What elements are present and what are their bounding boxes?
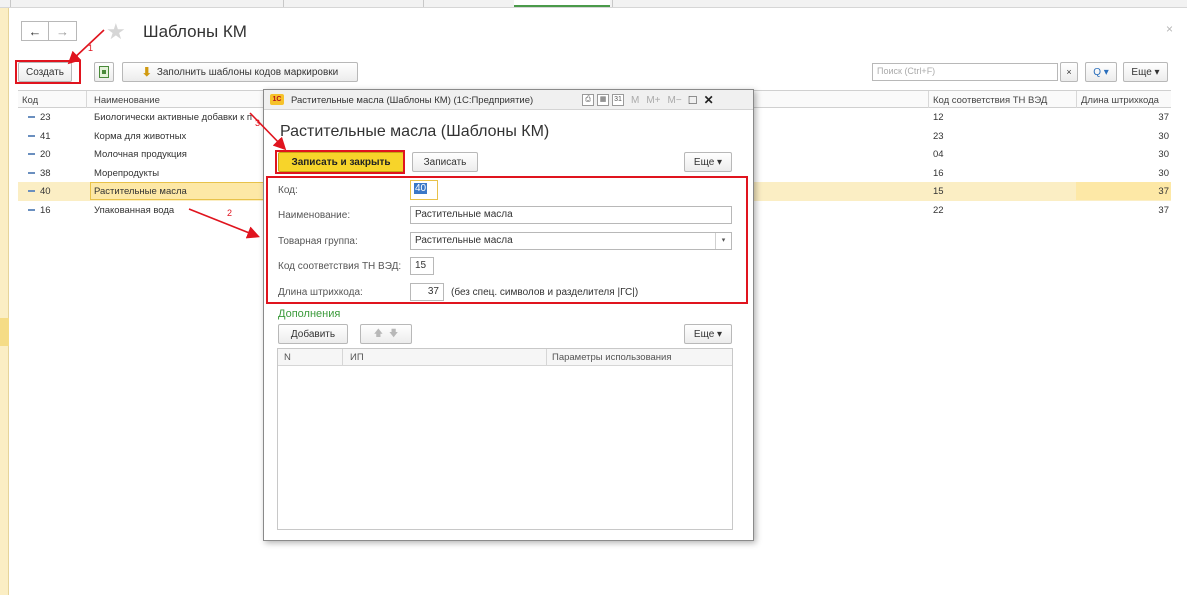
close-icon[interactable]: × <box>1166 22 1173 36</box>
column-separator <box>1076 91 1077 108</box>
cell-name: Молочная продукция <box>94 149 187 160</box>
cell-code: 16 <box>40 204 51 216</box>
annotation-box-fields <box>266 176 748 304</box>
column-header-barcode[interactable]: Длина штрихкода <box>1081 95 1159 106</box>
column-header-name[interactable]: Наименование <box>94 95 160 106</box>
document-button[interactable] <box>94 62 114 82</box>
cell-barcode: 30 <box>1158 167 1169 179</box>
row-element-icon <box>28 190 35 192</box>
arrow-up-icon[interactable]: 🡅 <box>374 326 383 342</box>
cell-code: 38 <box>40 167 51 179</box>
tab-strip <box>0 0 1187 8</box>
cell-tnved: 04 <box>933 149 944 160</box>
cell-code: 40 <box>40 186 51 197</box>
row-element-icon <box>28 134 35 137</box>
annotation-number-2: 2 <box>227 208 233 218</box>
search-input[interactable]: Поиск (Ctrl+F) <box>872 63 1058 81</box>
add-button[interactable]: Добавить <box>278 324 348 344</box>
row-element-icon <box>28 171 35 174</box>
row-element-icon <box>28 208 35 211</box>
selected-cell-highlight <box>1076 182 1171 200</box>
1c-logo-icon: 1С <box>270 94 284 105</box>
dialog-more-button[interactable]: Еще ▾ <box>684 152 732 172</box>
download-icon: ⬇ <box>141 65 152 79</box>
dialog-heading: Растительные масла (Шаблоны КМ) <box>280 123 550 140</box>
save-button[interactable]: Записать <box>412 152 478 172</box>
dialog-close-icon[interactable]: ✕ <box>704 93 714 107</box>
additions-table-header: N ИП Параметры использования <box>278 349 732 366</box>
dialog-window-title: Растительные масла (Шаблоны КМ) (1С:Пред… <box>291 95 534 106</box>
dialog-tools: ⎙ ▦ 31 M M+ M− ☐ ✕ <box>582 93 714 107</box>
column-header-ip[interactable]: ИП <box>350 352 364 363</box>
cell-tnved: 23 <box>933 130 944 142</box>
navigation-buttons: ← → <box>21 21 77 41</box>
fill-templates-button[interactable]: ⬇ Заполнить шаблоны кодов маркировки <box>122 62 358 82</box>
column-separator <box>546 349 547 365</box>
cell-name: Упакованная вода <box>94 204 175 216</box>
page-title: Шаблоны КМ <box>143 22 247 41</box>
document-icon <box>99 66 109 78</box>
column-header-code[interactable]: Код <box>22 95 38 106</box>
column-separator <box>86 91 87 108</box>
tab-separator <box>283 0 284 7</box>
column-header-tnved[interactable]: Код соответствия ТН ВЭД <box>933 95 1047 106</box>
more-button[interactable]: Еще ▾ <box>1123 62 1168 82</box>
cell-name: Биологически активные добавки к п <box>94 112 253 123</box>
row-element-icon <box>28 116 35 118</box>
annotation-box-create <box>15 60 81 84</box>
cell-barcode: 37 <box>1158 204 1169 216</box>
column-separator <box>342 349 343 365</box>
cell-barcode: 37 <box>1158 186 1169 197</box>
tab-separator <box>612 0 613 7</box>
tab-separator <box>423 0 424 7</box>
cell-name: Растительные масла <box>94 186 187 197</box>
column-header-params[interactable]: Параметры использования <box>552 352 672 363</box>
column-separator <box>928 91 929 108</box>
cell-barcode: 30 <box>1158 130 1169 142</box>
forward-button[interactable]: → <box>49 21 77 41</box>
annotation-number-3: 3 <box>255 118 261 128</box>
fill-templates-label: Заполнить шаблоны кодов маркировки <box>156 66 339 78</box>
left-panel-marker <box>0 318 9 346</box>
column-header-n[interactable]: N <box>284 352 291 363</box>
memory-m-button[interactable]: M <box>631 95 639 106</box>
annotation-box-save-close <box>275 150 405 174</box>
back-button[interactable]: ← <box>21 21 49 41</box>
cell-name: Корма для животных <box>94 130 187 142</box>
move-buttons: 🡅 🡇 <box>360 324 412 344</box>
cell-tnved: 22 <box>933 204 944 216</box>
cell-name: Морепродукты <box>94 167 160 179</box>
cell-code: 23 <box>40 112 51 123</box>
left-panel-strip <box>0 8 9 595</box>
annotation-number-1: 1 <box>88 43 94 53</box>
favorite-star-icon[interactable]: ★ <box>106 19 126 45</box>
calculator-icon[interactable]: ▦ <box>597 94 609 106</box>
memory-minus-button[interactable]: M− <box>668 95 682 106</box>
additions-more-button[interactable]: Еще ▾ <box>684 324 732 344</box>
maximize-icon[interactable]: ☐ <box>688 94 698 107</box>
calendar-icon[interactable]: 31 <box>612 94 624 106</box>
cell-tnved: 12 <box>933 112 944 123</box>
cell-barcode: 30 <box>1158 149 1169 160</box>
cell-code: 20 <box>40 149 51 160</box>
row-element-icon <box>28 153 35 155</box>
cell-barcode: 37 <box>1158 112 1169 123</box>
memory-plus-button[interactable]: M+ <box>646 95 660 106</box>
dialog-titlebar[interactable]: 1С Растительные масла (Шаблоны КМ) (1С:П… <box>264 90 753 110</box>
search-button[interactable]: Q ▾ <box>1085 62 1117 82</box>
arrow-down-icon[interactable]: 🡇 <box>389 326 398 342</box>
cell-tnved: 16 <box>933 167 944 179</box>
tab-separator <box>10 0 11 7</box>
additions-table[interactable]: N ИП Параметры использования <box>277 348 733 530</box>
tab-active[interactable] <box>514 0 610 7</box>
additions-section-title: Дополнения <box>278 308 341 320</box>
cell-code: 41 <box>40 130 51 142</box>
clear-search-button[interactable]: × <box>1060 62 1078 82</box>
print-icon[interactable]: ⎙ <box>582 94 594 106</box>
cell-tnved: 15 <box>933 186 944 197</box>
